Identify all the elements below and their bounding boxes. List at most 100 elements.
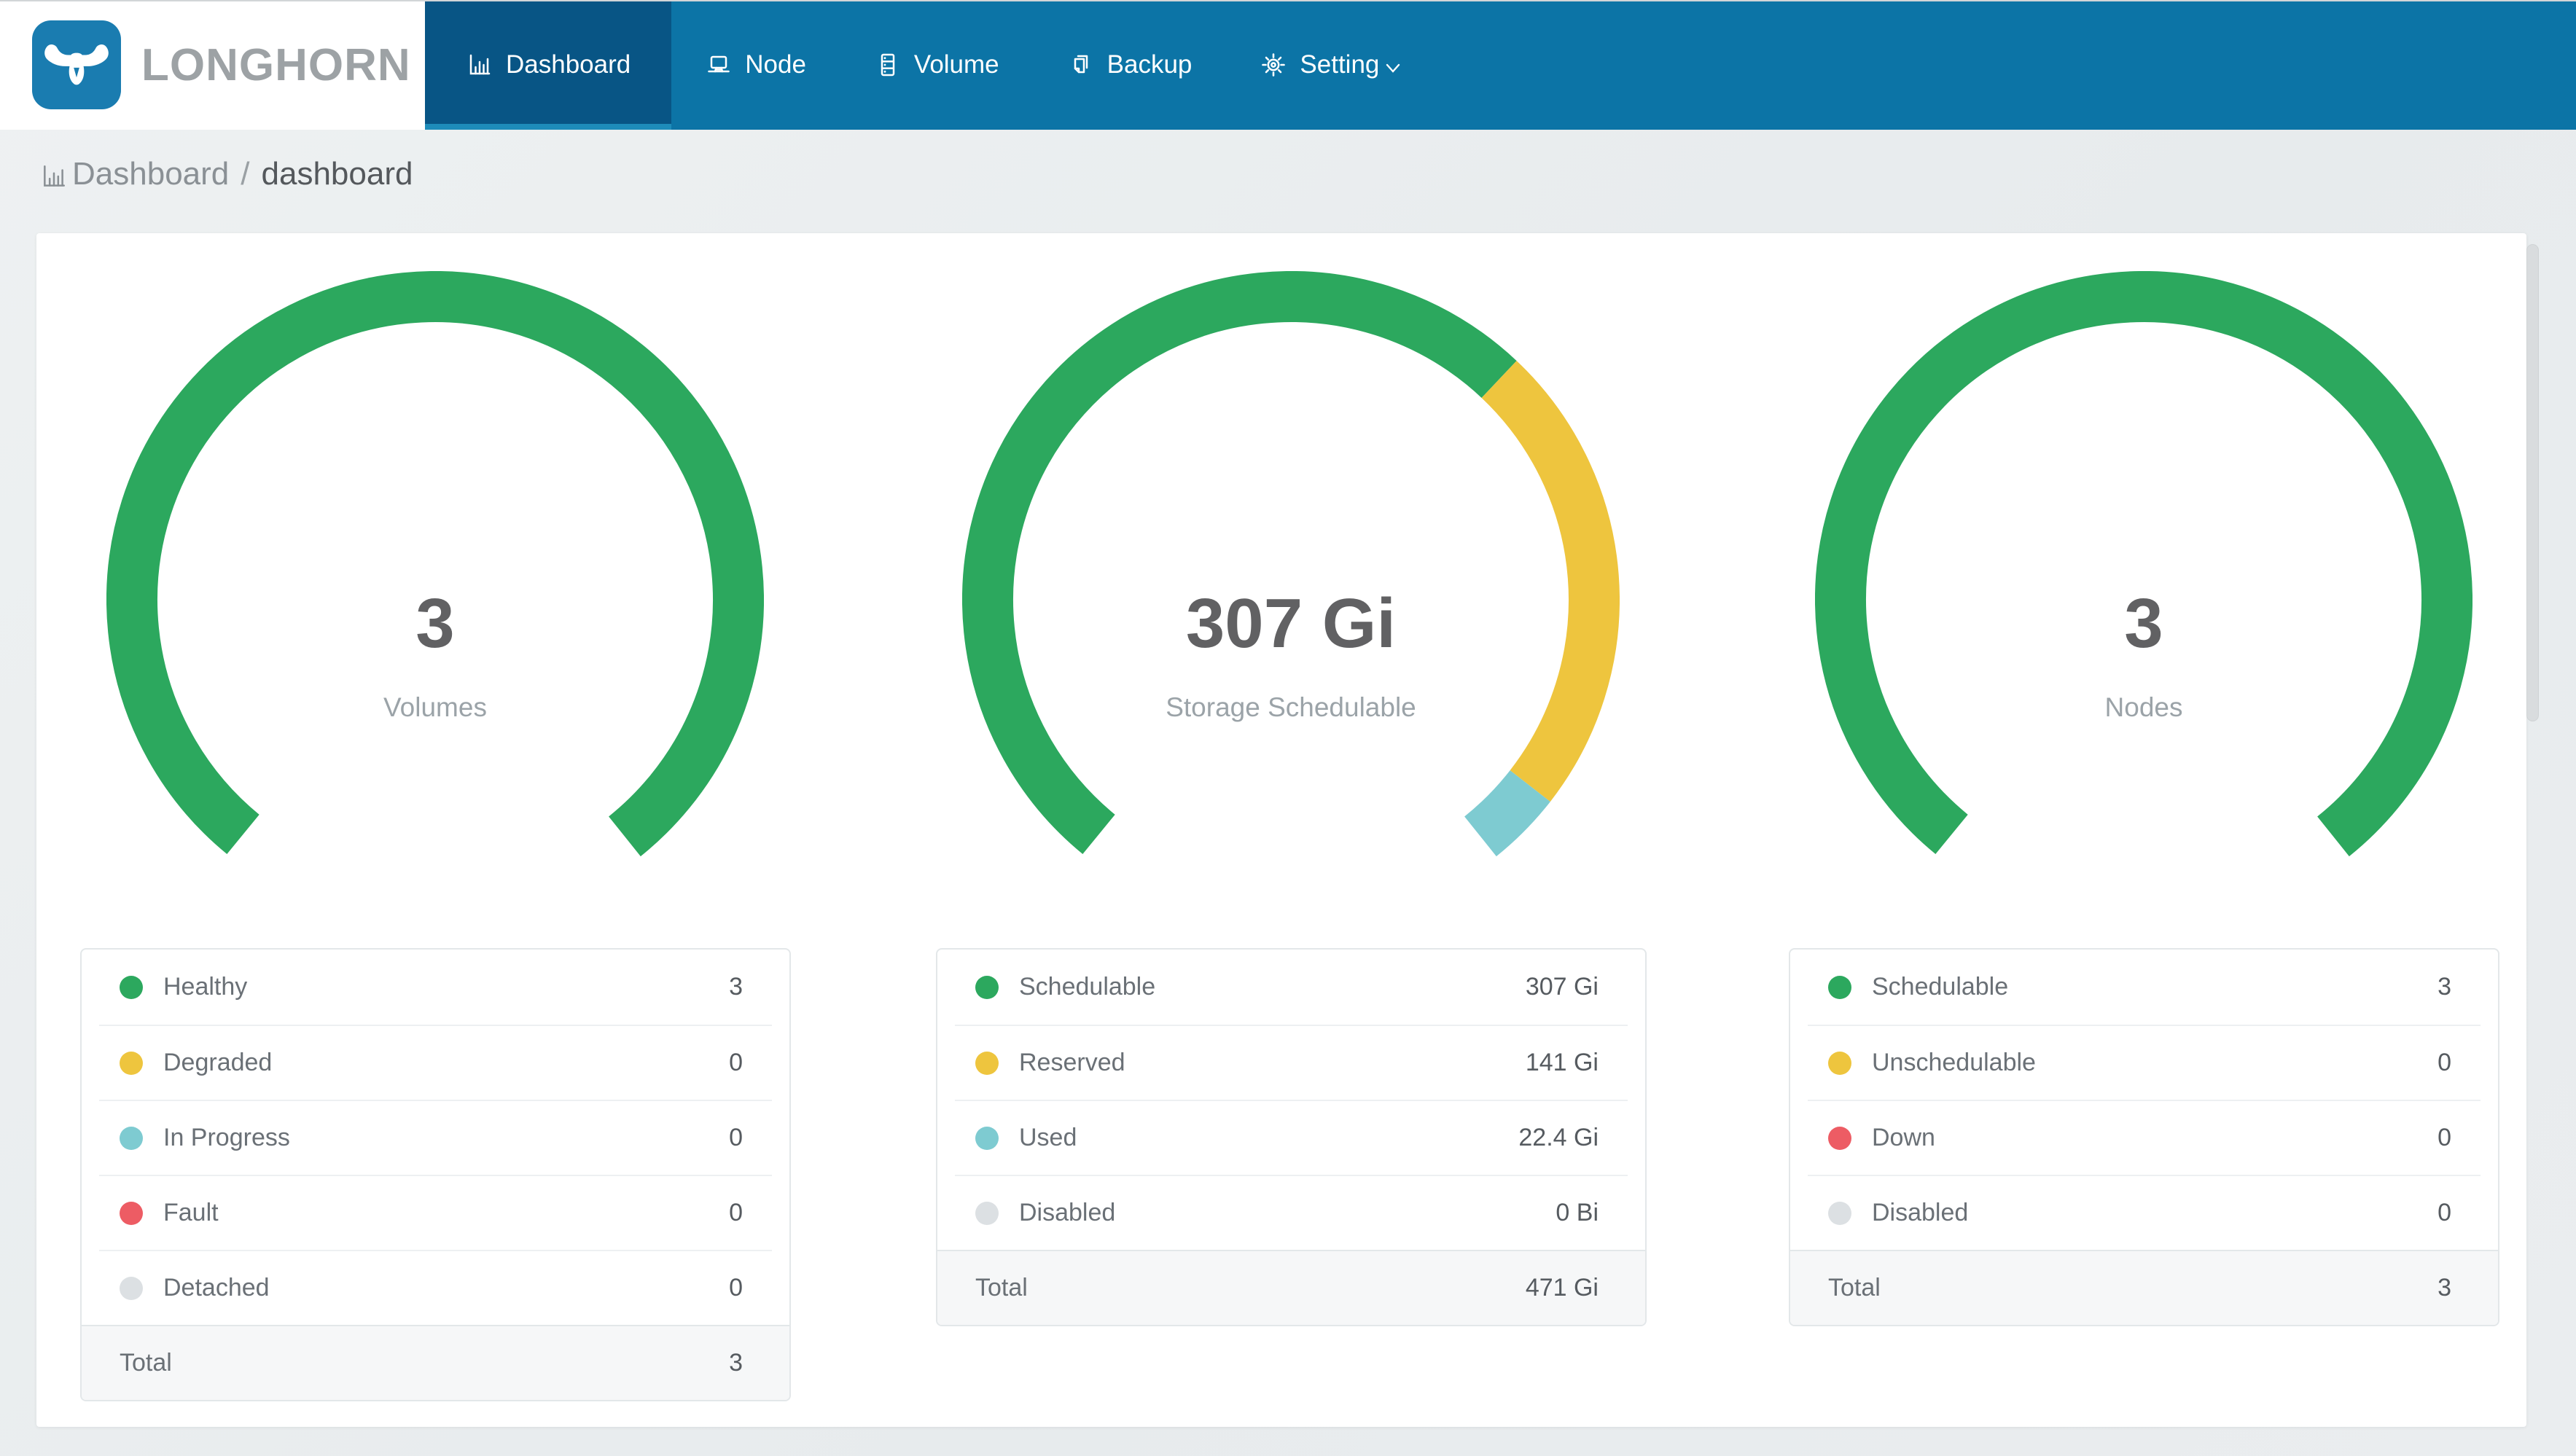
nav-item-volume[interactable]: Volume xyxy=(875,0,999,130)
legend-label: Healthy xyxy=(163,973,248,1001)
legend-row: Detached 0 xyxy=(99,1250,772,1325)
nodes-legend: Schedulable 3 Unschedulable 0 Down 0 Disabled 0… xyxy=(1789,948,2499,1326)
legend-label: Detached xyxy=(163,1274,270,1302)
legend-label: Unschedulable xyxy=(1872,1049,2036,1076)
legend-value: 22.4 Gi xyxy=(1518,1124,1599,1151)
server-icon xyxy=(875,52,901,78)
legend-value: 0 xyxy=(2438,1049,2451,1076)
brand-title: LONGHORN xyxy=(141,39,411,90)
volumes-gauge: 3 Volumes xyxy=(106,271,764,928)
dashboard-card: 3 Volumes 307 Gi Storage Schedulable 3 N… xyxy=(36,233,2526,1427)
legend-dot xyxy=(1828,1051,1851,1075)
bull-icon xyxy=(44,44,109,85)
legend-total-value: 3 xyxy=(2438,1274,2451,1302)
legend-dot xyxy=(120,1201,143,1225)
nav-item-label: Dashboard xyxy=(506,50,631,79)
legend-row: In Progress 0 xyxy=(99,1100,772,1175)
gauge-segment xyxy=(1815,271,2472,928)
legend-value: 307 Gi xyxy=(1525,973,1599,1001)
longhorn-logo[interactable] xyxy=(32,20,121,109)
legend-value: 3 xyxy=(729,973,743,1001)
legend-row: Disabled 0 xyxy=(1808,1175,2481,1250)
legend-value: 0 xyxy=(729,1124,743,1151)
legend-value: 0 xyxy=(2438,1199,2451,1226)
legend-dot xyxy=(1828,975,1851,999)
storage-legend: Schedulable 307 Gi Reserved 141 Gi Used 22.4 … xyxy=(936,948,1647,1326)
legend-row: Fault 0 xyxy=(99,1175,772,1250)
legend-dot xyxy=(120,1051,143,1075)
legend-dot xyxy=(120,1276,143,1300)
nav-item-label: Backup xyxy=(1106,50,1193,79)
legend-row: Unschedulable 0 xyxy=(1808,1025,2481,1100)
legend-label: Reserved xyxy=(1019,1049,1125,1076)
legend-items: Healthy 3 Degraded 0 In Progress 0 Fault 0 Detac… xyxy=(82,950,789,1325)
copy-icon xyxy=(1068,52,1094,78)
legend-value: 0 xyxy=(729,1199,743,1226)
nav-item-backup[interactable]: Backup xyxy=(1068,0,1193,130)
legend-dot xyxy=(1828,1201,1851,1225)
nodes-gauge: 3 Nodes xyxy=(1815,271,2472,928)
legend-items: Schedulable 3 Unschedulable 0 Down 0 Disabled 0 xyxy=(1790,950,2498,1250)
legend-dot xyxy=(1828,1126,1851,1150)
logo-section: LONGHORN xyxy=(0,0,425,130)
legend-value: 0 xyxy=(729,1274,743,1302)
legend-label: Down xyxy=(1872,1124,1935,1151)
legend-label: Degraded xyxy=(163,1049,273,1076)
nav-item-node[interactable]: Node xyxy=(706,0,806,130)
legend-total-label: Total xyxy=(975,1274,1028,1302)
legend-label: Used xyxy=(1019,1124,1077,1151)
legend-label: Disabled xyxy=(1872,1199,1969,1226)
laptop-icon xyxy=(706,52,732,78)
legend-total-value: 3 xyxy=(729,1349,743,1377)
legend-value: 141 Gi xyxy=(1525,1049,1599,1076)
breadcrumb-page: dashboard xyxy=(261,156,413,192)
legend-total-row: Total 3 xyxy=(1790,1250,2498,1325)
legend-total-label: Total xyxy=(1828,1274,1881,1302)
legend-total-row: Total 3 xyxy=(82,1325,789,1400)
legend-label: Schedulable xyxy=(1872,973,2009,1001)
bar-chart-icon xyxy=(40,162,68,189)
scrollbar-thumb[interactable] xyxy=(2526,244,2539,721)
legend-label: In Progress xyxy=(163,1124,290,1151)
nav-items: Dashboard Node Volume Backup Setting xyxy=(425,0,1437,130)
legend-dot xyxy=(120,975,143,999)
legend-row: Degraded 0 xyxy=(99,1025,772,1100)
breadcrumb-section[interactable]: Dashboard xyxy=(72,156,229,192)
legend-dot xyxy=(975,1051,999,1075)
legend-value: 0 xyxy=(2438,1124,2451,1151)
legend-label: Schedulable xyxy=(1019,973,1156,1001)
nav-item-label: Node xyxy=(745,50,806,79)
legend-row: Schedulable 307 Gi xyxy=(955,950,1628,1025)
legend-value: 0 xyxy=(729,1049,743,1076)
breadcrumb-separator: / xyxy=(241,156,250,192)
legend-row: Schedulable 3 xyxy=(1808,950,2481,1025)
breadcrumb: Dashboard / dashboard xyxy=(40,156,413,192)
legend-row: Reserved 141 Gi xyxy=(955,1025,1628,1100)
legend-row: Disabled 0 Bi xyxy=(955,1175,1628,1250)
nav-item-dashboard[interactable]: Dashboard xyxy=(425,0,672,130)
storage-gauge: 307 Gi Storage Schedulable xyxy=(962,271,1620,928)
legend-items: Schedulable 307 Gi Reserved 141 Gi Used 22.4 … xyxy=(937,950,1645,1250)
navbar: LONGHORN Dashboard Node Volume Backup Se… xyxy=(0,0,2576,130)
legend-total-label: Total xyxy=(120,1349,172,1377)
nav-item-label: Setting xyxy=(1300,50,1380,79)
top-hairline xyxy=(0,0,2576,1)
nav-item-label: Volume xyxy=(913,50,999,79)
gear-icon xyxy=(1260,52,1287,78)
legend-total-value: 471 Gi xyxy=(1525,1274,1599,1302)
volumes-legend: Healthy 3 Degraded 0 In Progress 0 Fault 0 Detac… xyxy=(80,948,791,1401)
legend-label: Disabled xyxy=(1019,1199,1116,1226)
legend-dot xyxy=(975,1126,999,1150)
legend-dot xyxy=(120,1126,143,1150)
legend-row: Down 0 xyxy=(1808,1100,2481,1175)
legend-value: 0 Bi xyxy=(1556,1199,1599,1226)
legend-dot xyxy=(975,1201,999,1225)
chevron-down-icon xyxy=(1383,55,1402,74)
legend-value: 3 xyxy=(2438,973,2451,1001)
nav-item-setting[interactable]: Setting xyxy=(1260,0,1402,130)
legend-row: Used 22.4 Gi xyxy=(955,1100,1628,1175)
legend-dot xyxy=(975,975,999,999)
legend-row: Healthy 3 xyxy=(99,950,772,1025)
legend-total-row: Total 471 Gi xyxy=(937,1250,1645,1325)
legend-label: Fault xyxy=(163,1199,219,1226)
